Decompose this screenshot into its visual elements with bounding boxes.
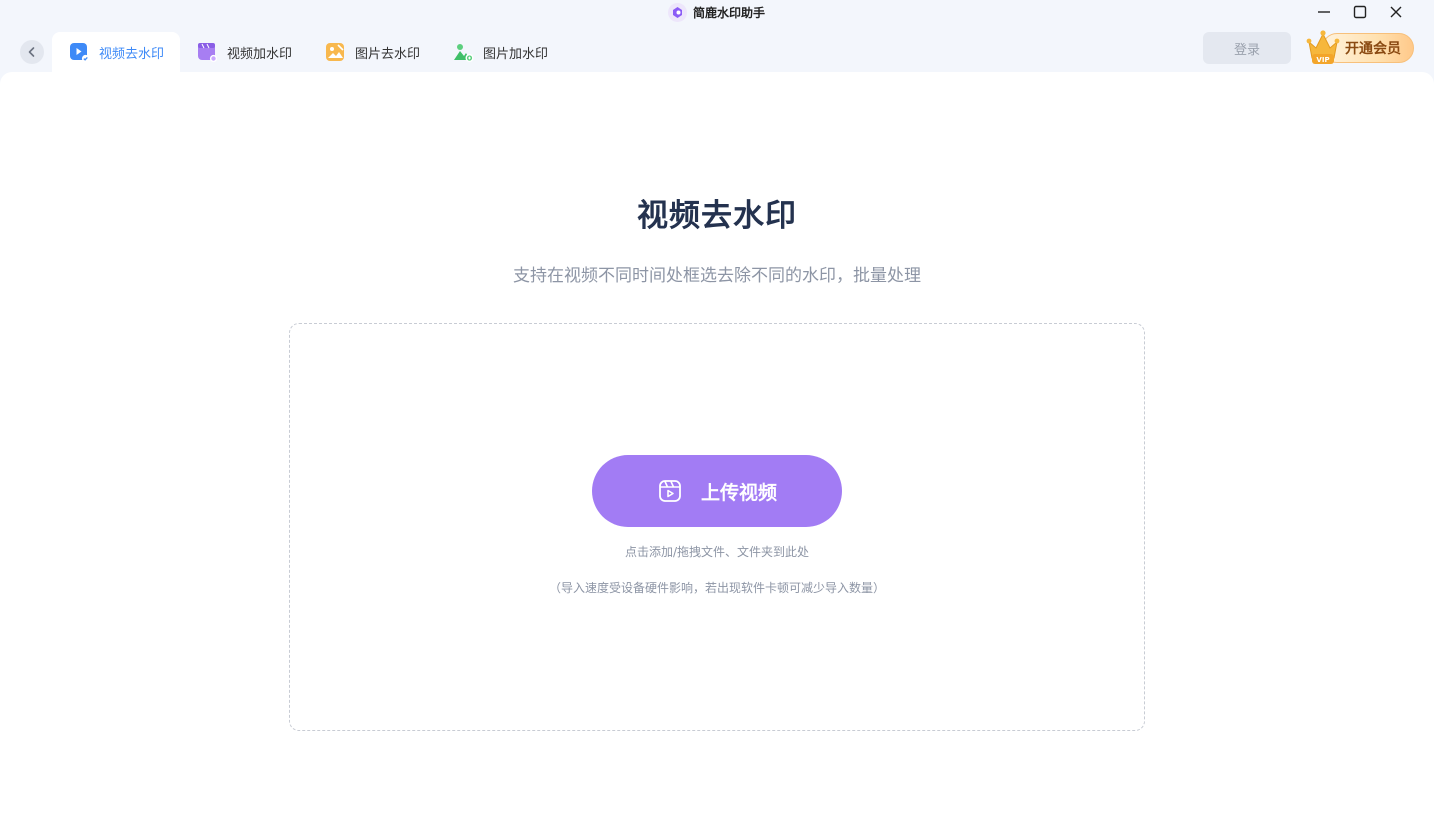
- video-add-watermark-icon: [198, 42, 218, 62]
- close-icon[interactable]: [1388, 4, 1404, 20]
- page-title: 视频去水印: [637, 198, 797, 234]
- minimize-icon[interactable]: [1316, 4, 1332, 20]
- import-speed-note: （导入速度受设备硬件影响，若出现软件卡顿可减少导入数量）: [548, 581, 885, 595]
- page-subtitle: 支持在视频不同时间处框选去除不同的水印，批量处理: [513, 266, 921, 286]
- app-logo-icon: [668, 3, 687, 22]
- maximize-icon[interactable]: [1352, 4, 1368, 20]
- file-dropzone[interactable]: 上传视频 点击添加/拖拽文件、文件夹到此处 （导入速度受设备硬件影响，若出现软件…: [289, 323, 1145, 731]
- main-panel: 视频去水印 支持在视频不同时间处框选去除不同的水印，批量处理 上传视频 点击添加…: [0, 72, 1434, 822]
- dropzone-hint: 点击添加/拖拽文件、文件夹到此处: [624, 545, 810, 559]
- vip-crown-icon: VIP: [1306, 30, 1340, 64]
- video-remove-watermark-icon: [70, 42, 90, 62]
- tab-video-add-watermark[interactable]: 视频加水印: [180, 32, 308, 72]
- chevron-left-icon: [28, 47, 35, 57]
- feature-tabs: 视频去水印 视频加水印 图片去水印 图片加水印: [52, 32, 564, 72]
- back-button[interactable]: [20, 40, 44, 64]
- image-remove-watermark-icon: [326, 42, 345, 61]
- tab-video-remove-watermark[interactable]: 视频去水印: [52, 32, 181, 72]
- window-controls: [1316, 4, 1404, 20]
- tab-label: 视频去水印: [99, 46, 165, 62]
- upload-video-label: 上传视频: [700, 481, 777, 504]
- app-title: 简鹿水印助手: [668, 3, 765, 22]
- image-add-watermark-icon: [454, 43, 474, 62]
- tab-label: 图片去水印: [355, 46, 421, 62]
- tab-label: 视频加水印: [227, 46, 293, 62]
- video-file-icon: [659, 480, 681, 502]
- vip-membership-button[interactable]: 开通会员 VIP: [1306, 28, 1414, 66]
- tab-label: 图片加水印: [483, 46, 549, 62]
- upload-video-button[interactable]: 上传视频: [592, 455, 842, 527]
- tab-image-remove-watermark[interactable]: 图片去水印: [308, 32, 436, 72]
- tab-image-add-watermark[interactable]: 图片加水印: [436, 32, 564, 72]
- app-title-text: 简鹿水印助手: [693, 6, 766, 20]
- login-button[interactable]: 登录: [1203, 32, 1291, 64]
- title-bar: 简鹿水印助手: [0, 0, 1434, 26]
- vip-badge-text: VIP: [1316, 56, 1329, 64]
